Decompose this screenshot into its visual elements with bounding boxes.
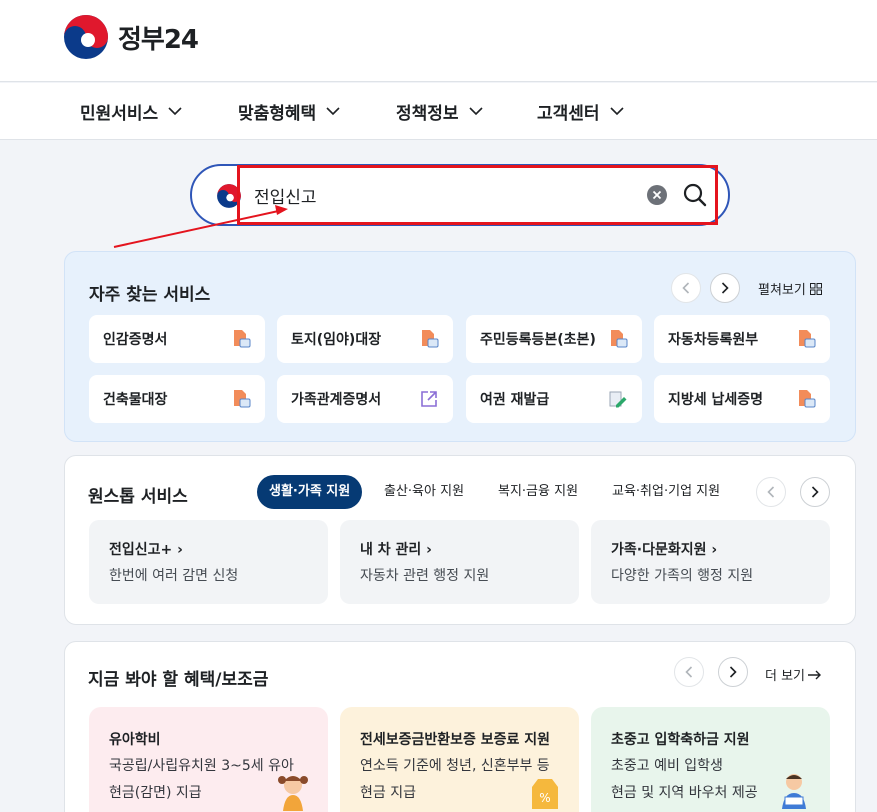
- service-item[interactable]: 인감증명서: [89, 315, 265, 363]
- student-illustration-icon: [782, 774, 806, 809]
- child-illustration-icon: [278, 776, 308, 811]
- benefit-desc: 국공립/사립유치원 3~5세 유아: [109, 758, 294, 774]
- frequent-services-card: 자주 찾는 서비스 펼쳐보기 인감증명서 토지(임야)대장 주민등록등본(초본)…: [64, 251, 856, 442]
- benefit-card[interactable]: 전세보증금반환보증 보증료 지원 연소득 기준에 청년, 신혼부부 등 현금 지…: [340, 707, 579, 812]
- tab-edu-job-business[interactable]: 교육·취업·기업 지원: [600, 475, 732, 509]
- benefit-desc: 현금 및 지역 바우처 제공: [611, 785, 758, 801]
- onestop-card-title: 전입신고+ ›: [109, 542, 183, 558]
- service-label: 인감증명서: [103, 332, 168, 348]
- prev-button[interactable]: [756, 477, 786, 507]
- section-title: 원스톱 서비스: [88, 487, 188, 507]
- service-label: 지방세 납세증명: [668, 392, 764, 408]
- grid-icon: [809, 282, 822, 295]
- tab-birth-childcare[interactable]: 출산·육아 지원: [372, 475, 476, 509]
- chevron-right-icon: ›: [711, 542, 718, 558]
- onestop-card-title: 가족·다문화지원 ›: [611, 542, 718, 558]
- document-pdf-icon: [234, 390, 251, 408]
- discount-tag-icon: %: [532, 779, 558, 809]
- chevron-left-icon: [685, 666, 693, 678]
- prev-button[interactable]: [671, 273, 701, 303]
- chevron-left-icon: [767, 486, 775, 498]
- expand-all-link[interactable]: 펼쳐보기: [758, 279, 822, 298]
- service-item[interactable]: 자동차등록원부: [654, 315, 830, 363]
- onestop-card-desc: 다양한 가족의 행정 지원: [611, 568, 754, 584]
- onestop-card[interactable]: 가족·다문화지원 › 다양한 가족의 행정 지원: [591, 520, 830, 604]
- onestop-card[interactable]: 내 차 관리 › 자동차 관련 행정 지원: [340, 520, 579, 604]
- document-pdf-icon: [799, 390, 816, 408]
- edit-document-icon: [609, 391, 627, 408]
- chevron-right-icon: [729, 666, 737, 678]
- chevron-right-icon: [721, 282, 729, 294]
- document-pdf-icon: [422, 330, 439, 348]
- service-label: 주민등록등본(초본): [480, 332, 596, 348]
- section-title: 자주 찾는 서비스: [89, 285, 211, 305]
- chevron-right-icon: ›: [426, 542, 432, 558]
- next-button[interactable]: [800, 477, 830, 507]
- benefit-title: 전세보증금반환보증 보증료 지원: [360, 732, 551, 748]
- prev-button[interactable]: [674, 657, 704, 687]
- external-link-icon: [421, 391, 437, 407]
- service-label: 가족관계증명서: [291, 392, 382, 408]
- expand-label: 펼쳐보기: [758, 283, 806, 298]
- chevron-left-icon: [682, 282, 690, 294]
- document-pdf-icon: [799, 330, 816, 348]
- benefit-desc: 현금(감면) 지급: [109, 785, 202, 801]
- service-label: 토지(임야)대장: [291, 332, 382, 348]
- more-label: 더 보기: [765, 669, 806, 684]
- onestop-card[interactable]: 전입신고+ › 한번에 여러 감면 신청: [89, 520, 328, 604]
- benefit-card[interactable]: 유아학비 국공립/사립유치원 3~5세 유아 현금(감면) 지급: [89, 707, 328, 812]
- benefit-title: 유아학비: [109, 732, 161, 748]
- svg-text:%: %: [539, 791, 550, 805]
- service-item[interactable]: 건축물대장: [89, 375, 265, 423]
- service-label: 건축물대장: [103, 392, 168, 408]
- document-pdf-icon: [234, 330, 251, 348]
- arrow-right-icon: [808, 670, 822, 679]
- chevron-right-icon: ›: [177, 542, 183, 558]
- chevron-right-icon: [811, 486, 819, 498]
- service-item[interactable]: 주민등록등본(초본): [466, 315, 642, 363]
- onestop-card-title: 내 차 관리 ›: [360, 542, 432, 558]
- next-button[interactable]: [710, 273, 740, 303]
- onestop-card-desc: 자동차 관련 행정 지원: [360, 568, 490, 584]
- next-button[interactable]: [718, 657, 748, 687]
- more-link[interactable]: 더 보기: [765, 665, 822, 684]
- benefit-title: 초중고 입학축하금 지원: [611, 732, 750, 748]
- service-item[interactable]: 지방세 납세증명: [654, 375, 830, 423]
- benefit-desc: 초중고 예비 입학생: [611, 758, 723, 774]
- service-item[interactable]: 가족관계증명서: [277, 375, 453, 423]
- service-item[interactable]: 토지(임야)대장: [277, 315, 453, 363]
- onestop-card-desc: 한번에 여러 감면 신청: [109, 568, 239, 584]
- service-item[interactable]: 여권 재발급: [466, 375, 642, 423]
- tab-life-family[interactable]: 생활·가족 지원: [257, 475, 363, 509]
- benefit-desc: 현금 지급: [360, 785, 416, 801]
- benefit-card[interactable]: 초중고 입학축하금 지원 초중고 예비 입학생 현금 및 지역 바우처 제공: [591, 707, 830, 812]
- section-title: 지금 봐야 할 혜택/보조금: [88, 670, 269, 690]
- service-label: 여권 재발급: [480, 392, 550, 408]
- service-label: 자동차등록원부: [668, 332, 759, 348]
- document-pdf-icon: [611, 330, 628, 348]
- benefit-desc: 연소득 기준에 청년, 신혼부부 등: [360, 758, 550, 774]
- tab-welfare-finance[interactable]: 복지·금융 지원: [486, 475, 590, 509]
